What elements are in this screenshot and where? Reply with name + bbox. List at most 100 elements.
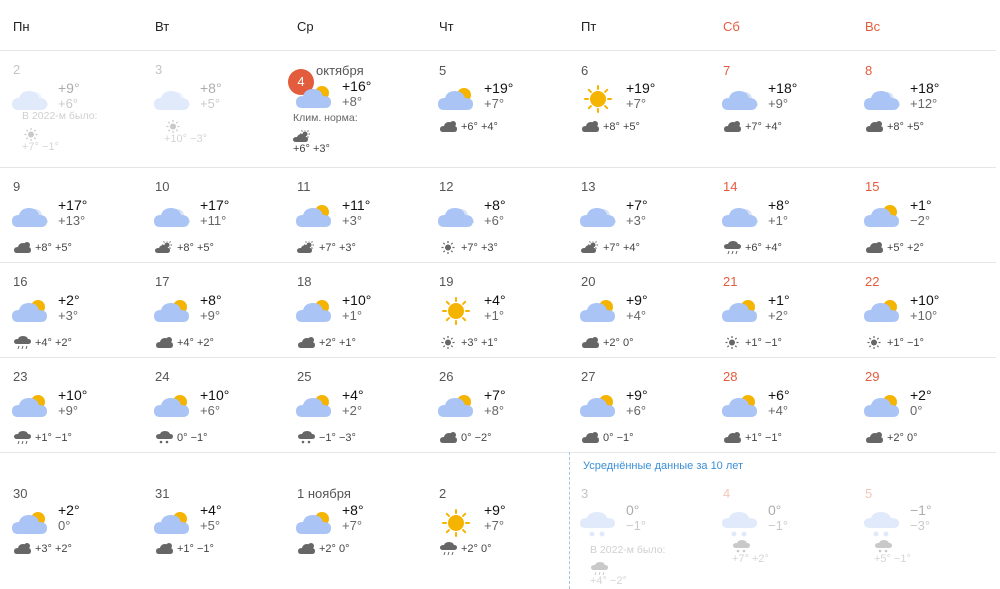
snow-icon: [874, 540, 911, 553]
day-number: 20: [581, 274, 596, 289]
temp-night: +8°: [484, 403, 505, 418]
day-cell[interactable]: 28 +6° +4° +1° −1°: [710, 357, 852, 452]
day-cell[interactable]: 21 +1° +2° +1° −1°: [710, 262, 852, 357]
cloudy-icon: [578, 201, 618, 231]
day-cell[interactable]: 16 +2° +3° +4° +2°: [0, 262, 142, 357]
day-cell[interactable]: 13 +7° +3° +7° +4°: [568, 167, 710, 262]
day-cell[interactable]: 25 +4° +2° −1° −3°: [284, 357, 426, 452]
day-cell[interactable]: 24 +10° +6° 0° −1°: [142, 357, 284, 452]
temp-day: +2°: [58, 502, 80, 518]
day-cell[interactable]: 22 +10° +10° +1° −1°: [852, 262, 994, 357]
day-cell[interactable]: 3 +8° +5° +10° −3°: [142, 50, 284, 167]
day-number: 6: [581, 63, 589, 78]
partly-cloudy-icon: [294, 82, 334, 112]
partly-cloudy-icon: [10, 296, 50, 326]
night-temps-value: 0° −2°: [461, 432, 492, 444]
day-cell[interactable]: 23 +10° +9° +1° −1°: [0, 357, 142, 452]
day-cell[interactable]: 29 +2° 0° +2° 0°: [852, 357, 994, 452]
cloudy-icon: [862, 84, 902, 114]
cloud-sun-icon: [581, 120, 599, 132]
day-number: 26: [439, 369, 454, 384]
day-cell[interactable]: 14 +8° +1° +6° +4°: [710, 167, 852, 262]
day-cell[interactable]: 15 +1° −2° +5° +2°: [852, 167, 994, 262]
averaged-divider: [569, 452, 570, 589]
day-cell[interactable]: 26 +7° +8° 0° −2°: [426, 357, 568, 452]
day-cell[interactable]: 27 +9° +6° 0° −1°: [568, 357, 710, 452]
temp-day: +17°: [58, 197, 88, 213]
last-year-value: +10° −3°: [164, 133, 208, 145]
temp-day: +11°: [342, 197, 371, 213]
day-number: 19: [439, 274, 454, 289]
day-cell[interactable]: 19 +4° +1° +3° +1°: [426, 262, 568, 357]
temp-day: +10°: [58, 387, 88, 403]
day-cell[interactable]: 2 +9° +6° В 2022-м было: +7° −1°: [0, 50, 142, 167]
temp-night: +9°: [200, 308, 221, 323]
weekday-label: Вт: [155, 19, 170, 34]
day-cell[interactable]: 17 +8° +9° +4° +2°: [142, 262, 284, 357]
night-temps: +6° +4°: [439, 120, 498, 133]
cloud-sun-icon: [865, 120, 883, 132]
night-temps-value: +1° −1°: [887, 337, 924, 349]
cloud-sun-icon: [865, 241, 883, 253]
day-number: 5: [865, 486, 873, 501]
day-cell[interactable]: 7 +18° +9° +7° +4°: [710, 50, 852, 167]
cloudy-icon: [720, 84, 760, 114]
cloud-sun-icon: [155, 336, 173, 348]
day-cell[interactable]: 8 +18° +12° +8° +5°: [852, 50, 994, 167]
temp-day: +8°: [200, 292, 222, 308]
cloudy-icon: [720, 201, 760, 231]
temp-night: +2°: [768, 308, 789, 323]
day-cell[interactable]: 10 +17° +11° +8° +5°: [142, 167, 284, 262]
day-cell[interactable]: 2 +9° +7° +2° 0°: [426, 452, 568, 589]
night-temps: +7° +3°: [297, 241, 356, 254]
last-year-temps: +4° −2°: [590, 562, 627, 587]
day-cell[interactable]: 12 +8° +6° +7° +3°: [426, 167, 568, 262]
snow-icon: [732, 540, 769, 553]
temp-day: +6°: [768, 387, 790, 403]
night-temps: +1° −1°: [155, 542, 214, 555]
temp-night: −2°: [910, 213, 931, 228]
partly-cloudy-icon: [578, 391, 618, 421]
temp-night: +3°: [58, 308, 79, 323]
sun-icon: [22, 128, 59, 141]
temp-night: +4°: [768, 403, 789, 418]
partly-cloudy-icon: [294, 508, 334, 538]
day-number: 12: [439, 179, 454, 194]
night-temps: +4° +2°: [13, 336, 72, 349]
day-cell[interactable]: 1 ноября +8° +7° +2° 0°: [284, 452, 426, 589]
day-number: 30: [13, 486, 28, 501]
night-temps-value: +8° +5°: [177, 242, 214, 254]
night-temps: +1° −1°: [723, 431, 782, 444]
temp-day: +2°: [58, 292, 80, 308]
day-number: 14: [723, 179, 738, 194]
day-cell[interactable]: 3 0° −1° В 2022-м было: +4° −2°: [568, 452, 710, 589]
night-temps-value: +8° +5°: [887, 121, 924, 133]
night-temps-value: −1° −3°: [319, 432, 356, 444]
day-cell[interactable]: 4 0° −1° +7° +2°: [710, 452, 852, 589]
temp-day: +17°: [200, 197, 230, 213]
day-cell[interactable]: 11 +11° +3° +7° +3°: [284, 167, 426, 262]
day-number: 27: [581, 369, 596, 384]
day-cell[interactable]: 6 +19° +7° +8° +5°: [568, 50, 710, 167]
day-cell[interactable]: 5 −1° −3° +5° −1°: [852, 452, 994, 589]
day-cell[interactable]: 18 +10° +1° +2° +1°: [284, 262, 426, 357]
day-cell[interactable]: 4 октября +16° +8° Клим. норма: +6° +3°: [284, 50, 426, 167]
temp-day: +19°: [484, 80, 514, 96]
day-number: 3: [581, 486, 589, 501]
night-temps: −1° −3°: [297, 431, 356, 444]
day-cell[interactable]: 30 +2° 0° +3° +2°: [0, 452, 142, 589]
cloudy-icon: [10, 201, 50, 231]
day-cell[interactable]: 5 +19° +7° +6° +4°: [426, 50, 568, 167]
day-cell[interactable]: 31 +4° +5° +1° −1°: [142, 452, 284, 589]
night-temps: +1° −1°: [723, 336, 782, 349]
day-number: 2: [13, 62, 21, 77]
partly-cloudy-icon: [436, 391, 476, 421]
day-number: 29: [865, 369, 880, 384]
day-number: 5: [439, 63, 447, 78]
day-cell[interactable]: 9 +17° +13° +8° +5°: [0, 167, 142, 262]
temp-day: +9°: [626, 387, 648, 403]
temp-day: +10°: [200, 387, 230, 403]
partly-sunny-icon: [293, 130, 330, 143]
night-temps-value: +4° +2°: [177, 337, 214, 349]
day-cell[interactable]: 20 +9° +4° +2° 0°: [568, 262, 710, 357]
